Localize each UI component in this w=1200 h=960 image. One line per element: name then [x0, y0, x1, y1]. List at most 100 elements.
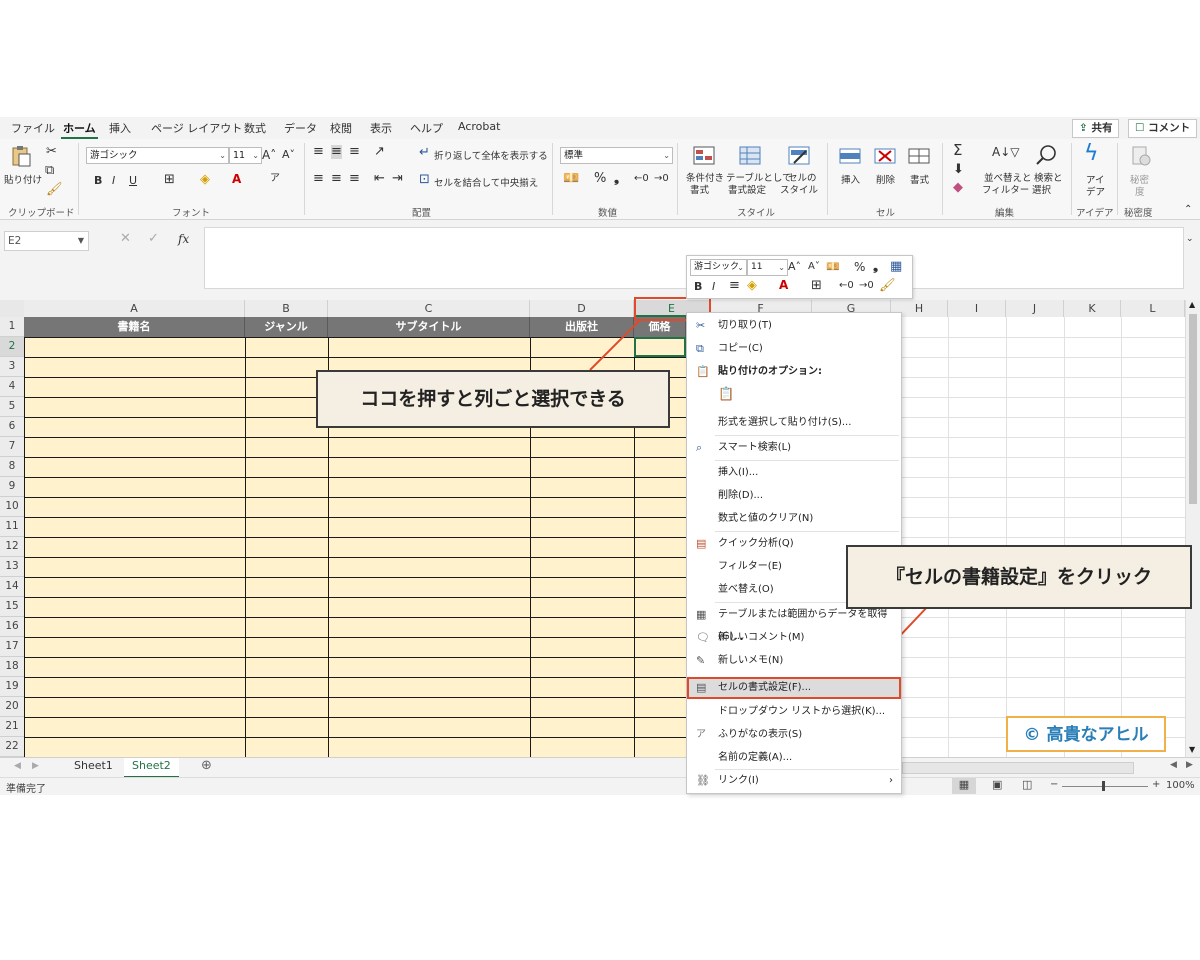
add-sheet-icon[interactable]: ⊕	[201, 758, 212, 773]
merge-center-button[interactable]: セルを結合して中央揃え	[434, 175, 538, 189]
autosum-icon[interactable]: Σ	[953, 143, 962, 158]
column-header-j[interactable]: J	[1006, 300, 1064, 317]
column-header-i[interactable]: I	[948, 300, 1006, 317]
zoom-slider-thumb[interactable]	[1102, 781, 1105, 791]
row-header[interactable]: 12	[0, 537, 24, 557]
align-right-icon[interactable]: ≡	[349, 172, 360, 186]
increase-font-icon[interactable]: A˄	[262, 148, 276, 162]
find-select-icon[interactable]	[1035, 144, 1057, 166]
row-header[interactable]: 2	[0, 337, 24, 357]
paste-option-icon[interactable]: 📋	[718, 387, 736, 405]
row-header[interactable]: 10	[0, 497, 24, 517]
increase-font-icon[interactable]: A˄	[788, 260, 801, 274]
mini-font-select[interactable]: 游ゴシック ⌄	[690, 259, 747, 276]
cancel-icon[interactable]: ✕	[120, 232, 131, 246]
paste-label[interactable]: 貼り付け	[4, 172, 42, 186]
function-icon[interactable]: fx	[178, 232, 189, 246]
insert-cells-icon[interactable]	[839, 145, 861, 167]
align-middle-icon[interactable]: ≡	[331, 145, 342, 159]
header-cell-genre[interactable]: ジャンル	[245, 317, 328, 337]
font-color-icon[interactable]: A	[779, 278, 788, 292]
comma-style-icon[interactable]: ❟	[873, 260, 878, 274]
align-left-icon[interactable]: ≡	[313, 172, 324, 186]
select-all-corner[interactable]	[0, 300, 25, 317]
wrap-text-button[interactable]: 折り返して全体を表示する	[434, 148, 548, 162]
font-color-icon[interactable]: A	[232, 172, 241, 186]
conditional-format-icon[interactable]	[693, 145, 715, 167]
prev-sheet-icon[interactable]: ◀	[14, 761, 21, 771]
zoom-slider[interactable]	[1062, 786, 1148, 787]
row-header[interactable]: 19	[0, 677, 24, 697]
sheet-tab-sheet2[interactable]: Sheet2	[124, 758, 179, 778]
comma-style-icon[interactable]: ❟	[614, 172, 619, 186]
cell-styles-icon[interactable]	[788, 145, 810, 167]
mini-size-select[interactable]: 11 ⌄	[747, 259, 788, 276]
wrap-text-icon[interactable]: ↵	[419, 146, 430, 160]
collapse-ribbon-icon[interactable]: ⌃	[1184, 203, 1192, 217]
row-header[interactable]: 14	[0, 577, 24, 597]
indent-icon[interactable]: ⇤	[374, 172, 385, 186]
tab-data[interactable]: データ	[284, 120, 317, 136]
paste-icon[interactable]	[10, 145, 32, 167]
decrease-decimal-icon[interactable]: →0	[859, 279, 874, 293]
row-header[interactable]: 15	[0, 597, 24, 617]
merge-center-icon[interactable]: ⊡	[419, 173, 430, 187]
format-as-table-icon[interactable]: ▦	[890, 260, 902, 274]
percent-icon[interactable]: %	[594, 172, 606, 186]
header-cell-book-title[interactable]: 書籍名	[24, 317, 245, 337]
row-header[interactable]: 22	[0, 737, 24, 757]
fill-color-icon[interactable]: ◈	[200, 173, 210, 187]
column-header-a[interactable]: A	[24, 300, 245, 317]
find-select-label-2[interactable]: 選択	[1032, 182, 1051, 196]
menu-item-paste-special[interactable]: 形式を選択して貼り付け(S)...	[687, 412, 901, 434]
zoom-in-icon[interactable]: +	[1152, 779, 1160, 790]
row-header[interactable]: 8	[0, 457, 24, 477]
decrease-decimal-icon[interactable]: →0	[654, 172, 669, 186]
conditional-format-label-2[interactable]: 書式	[690, 182, 709, 196]
name-box[interactable]: E2 ▼	[4, 231, 89, 251]
percent-icon[interactable]: %	[854, 260, 865, 274]
page-layout-view-icon[interactable]: ▣	[992, 778, 1002, 791]
row-header[interactable]: 20	[0, 697, 24, 717]
row-header[interactable]: 6	[0, 417, 24, 437]
cell-styles-label-2[interactable]: スタイル	[780, 182, 818, 196]
row-header[interactable]: 3	[0, 357, 24, 377]
menu-item-dropdown-list[interactable]: ドロップダウン リストから選択(K)...	[687, 701, 901, 723]
menu-item-phonetic[interactable]: アふりがなの表示(S)	[687, 724, 901, 746]
sheet-tab-sheet1[interactable]: Sheet1	[66, 758, 121, 776]
format-cells-icon[interactable]	[908, 145, 930, 167]
format-button[interactable]: 書式	[910, 172, 929, 186]
row-header[interactable]: 18	[0, 657, 24, 677]
menu-item-define-name[interactable]: 名前の定義(A)...	[687, 747, 901, 769]
italic-icon[interactable]: I	[712, 280, 715, 294]
align-top-icon[interactable]: ≡	[313, 145, 324, 159]
format-as-table-label-2[interactable]: 書式設定	[728, 182, 766, 196]
column-header-k[interactable]: K	[1064, 300, 1121, 317]
header-cell-subtitle[interactable]: サブタイトル	[328, 317, 530, 337]
normal-view-icon[interactable]: ▦	[952, 778, 976, 794]
border-icon[interactable]: ⊞	[811, 279, 822, 293]
phonetic-icon[interactable]: ア	[270, 172, 280, 186]
row-header[interactable]: 4	[0, 377, 24, 397]
orientation-icon[interactable]: ↗	[374, 145, 385, 159]
menu-item-new-comment[interactable]: 🗨 新しいコメント(M)	[687, 627, 901, 649]
menu-item-insert[interactable]: 挿入(I)...	[687, 462, 901, 484]
tab-formulas[interactable]: 数式	[244, 120, 266, 136]
format-painter-icon[interactable]: 🖌	[46, 183, 63, 197]
italic-icon[interactable]: I	[112, 174, 115, 188]
row-header[interactable]: 9	[0, 477, 24, 497]
sensitivity-label-2[interactable]: 度	[1135, 184, 1145, 198]
accounting-icon[interactable]: 💴	[563, 172, 579, 186]
row-header[interactable]: 13	[0, 557, 24, 577]
menu-item-copy[interactable]: ⧉ コピー(C)	[687, 338, 901, 360]
increase-decimal-icon[interactable]: ←0	[634, 172, 649, 186]
decrease-font-icon[interactable]: A˅	[808, 260, 820, 274]
tab-help[interactable]: ヘルプ	[410, 120, 443, 136]
horizontal-scrollbar[interactable]	[902, 762, 1134, 774]
vertical-scrollbar[interactable]: ▲ ▼	[1185, 300, 1200, 757]
align-center-icon[interactable]: ≡	[729, 279, 740, 293]
share-button[interactable]: ⇪ 共有	[1072, 119, 1120, 138]
row-header[interactable]: 1	[0, 317, 24, 337]
align-bottom-icon[interactable]: ≡	[349, 145, 360, 159]
font-size-select[interactable]: 11 ⌄	[229, 147, 262, 164]
